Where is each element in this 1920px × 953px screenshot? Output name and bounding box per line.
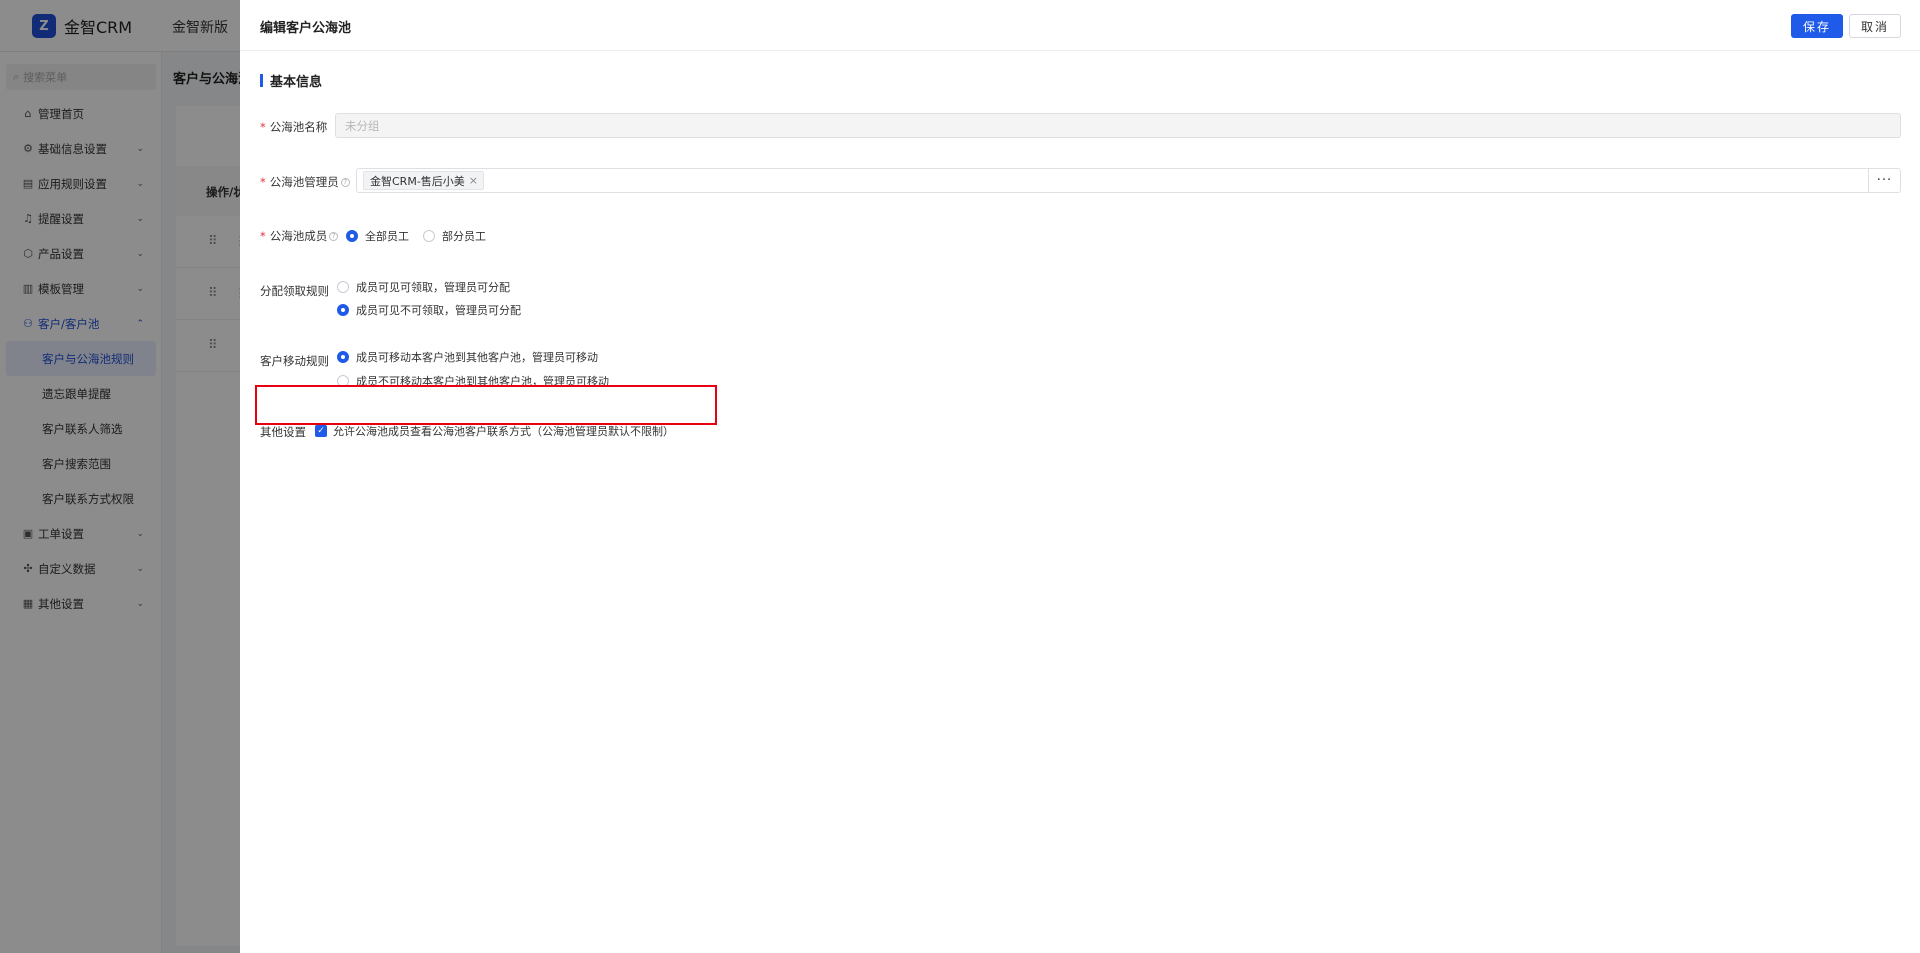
pool-admin-label: * 公海池管理员 ?	[260, 174, 350, 190]
pool-name-placeholder: 未分组	[345, 118, 380, 133]
move-rule-option-1[interactable]: 成员可移动本客户池到其他客户池，管理员可移动	[337, 349, 598, 365]
pool-admin-select[interactable]: 金智CRM-售后小美 ×	[356, 168, 1869, 193]
tag-label: 金智CRM-售后小美	[370, 174, 465, 188]
other-settings-label-text: 其他设置	[260, 425, 306, 439]
radio-label: 部分员工	[442, 230, 486, 243]
selected-admin-tag: 金智CRM-售后小美 ×	[363, 171, 485, 190]
radio-label: 成员可移动本客户池到其他客户池，管理员可移动	[356, 351, 598, 364]
section-title-bar	[260, 73, 263, 87]
cancel-button[interactable]: 取消	[1849, 14, 1901, 38]
pool-name-label: * 公海池名称	[260, 119, 327, 135]
pool-name-label-text: 公海池名称	[269, 120, 328, 134]
check-icon: ✓	[315, 425, 327, 437]
allow-view-contact-checkbox[interactable]: ✓ 允许公海池成员查看公海池客户联系方式（公海池管理员默认不限制）	[315, 423, 674, 439]
more-options-button[interactable]: ···	[1869, 168, 1901, 193]
move-rule-label: 客户移动规则	[260, 353, 329, 369]
save-button[interactable]: 保存	[1791, 14, 1843, 38]
required-mark: *	[260, 229, 266, 243]
pool-members-label-text: 公海池成员	[269, 229, 328, 243]
drawer-header: 编辑客户公海池 保存 取消	[240, 0, 1920, 51]
help-icon[interactable]: ?	[340, 177, 350, 187]
required-mark: *	[260, 175, 266, 189]
radio-unselected	[423, 230, 435, 242]
assign-rule-label: 分配领取规则	[260, 283, 329, 299]
assign-rule-option-1[interactable]: 成员可见可领取，管理员可分配	[337, 279, 510, 295]
help-icon[interactable]: ?	[329, 231, 339, 241]
assign-rule-label-text: 分配领取规则	[260, 284, 329, 298]
radio-label: 成员可见不可领取，管理员可分配	[356, 304, 521, 317]
section-title-text: 基本信息	[270, 74, 323, 90]
assign-rule-option-2[interactable]: 成员可见不可领取，管理员可分配	[337, 302, 521, 318]
radio-selected	[346, 230, 358, 242]
members-all-radio[interactable]: 全部员工	[346, 228, 409, 244]
required-mark: *	[260, 120, 266, 134]
close-icon[interactable]: ×	[469, 174, 478, 187]
pool-members-label: * 公海池成员 ?	[260, 228, 339, 244]
radio-label: 全部员工	[365, 230, 409, 243]
radio-selected	[337, 304, 349, 316]
edit-pool-drawer: 编辑客户公海池 保存 取消 基本信息 * 公海池名称 未分组 * 公海池管理员 …	[240, 0, 1920, 953]
radio-selected	[337, 351, 349, 363]
move-rule-label-text: 客户移动规则	[260, 354, 329, 368]
checkbox-label: 允许公海池成员查看公海池客户联系方式（公海池管理员默认不限制）	[333, 425, 674, 438]
section-title: 基本信息	[260, 73, 323, 90]
drawer-title: 编辑客户公海池	[260, 21, 352, 36]
members-partial-radio[interactable]: 部分员工	[423, 228, 486, 244]
radio-unselected	[337, 281, 349, 293]
radio-label: 成员可见可领取，管理员可分配	[356, 281, 510, 294]
other-settings-label: 其他设置	[260, 424, 306, 440]
pool-admin-label-text: 公海池管理员	[269, 175, 339, 189]
pool-name-input[interactable]: 未分组	[335, 113, 1901, 138]
highlight-box	[255, 385, 717, 425]
